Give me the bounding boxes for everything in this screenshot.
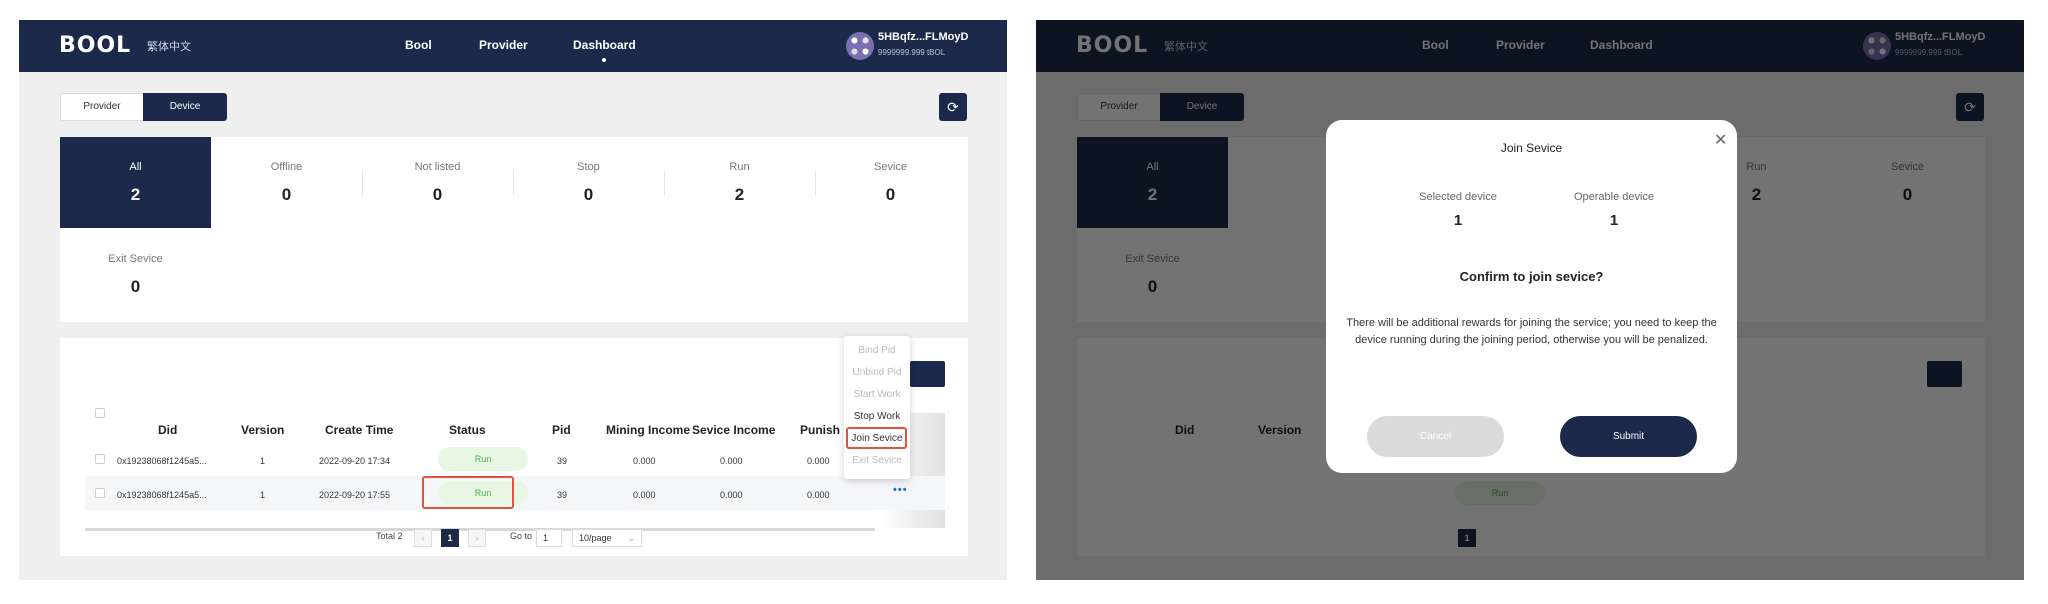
status-stats-card: All 2 Offline 0 Not listed 0 Stop 0 Run … (60, 137, 968, 322)
stat-stop[interactable]: Stop 0 (513, 137, 664, 228)
close-icon[interactable]: ✕ (1714, 130, 1727, 150)
pagination-current-page[interactable]: 1 (441, 529, 459, 547)
bool-logo[interactable]: BOOL (59, 33, 131, 58)
cell-create-time: 2022-09-20 17:34 (319, 456, 391, 466)
stat-not-listed[interactable]: Not listed 0 (362, 137, 513, 228)
stat-label: All (129, 161, 142, 173)
row-checkbox[interactable] (95, 454, 105, 464)
device-table-card: Did Version Create Time Status Pid Minin… (60, 338, 968, 556)
cell-did: 0x19238068f1245a5... (117, 490, 207, 500)
menu-item-stop-work[interactable]: Stop Work (844, 411, 910, 422)
tab-provider[interactable]: Provider (60, 93, 144, 121)
submit-button[interactable]: Submit (1560, 416, 1697, 457)
stat-value: 0 (885, 185, 896, 204)
col-sevice-income: Sevice Income (692, 423, 776, 437)
selected-device-label: Selected device (1419, 191, 1497, 203)
tab-device[interactable]: Device (143, 93, 227, 121)
pagination-next-button[interactable]: › (468, 529, 486, 547)
col-mining-income: Mining Income (606, 423, 690, 437)
menu-item-unbind-pid[interactable]: Unbind Pid (844, 367, 910, 378)
stat-label: Offline (270, 161, 303, 173)
page-size-select[interactable]: 10/page ⌄ (572, 529, 642, 547)
nav-provider[interactable]: Provider (479, 38, 528, 52)
nav-dashboard[interactable]: Dashboard (573, 38, 636, 52)
cancel-button[interactable]: Cancel (1367, 416, 1504, 457)
menu-item-bind-pid[interactable]: Bind Pid (844, 345, 910, 356)
account-balance: 9999999.999 tBOL (878, 48, 946, 57)
dialog-message: There will be additional rewards for joi… (1346, 317, 1717, 346)
selected-device-count: 1 (1453, 212, 1463, 229)
cell-version: 1 (260, 456, 266, 466)
col-version: Version (241, 423, 285, 437)
pagination-prev-button[interactable]: ‹ (414, 529, 432, 547)
confirm-question: Confirm to join sevice? (1459, 269, 1604, 284)
cell-mining-income: 0.000 (633, 490, 656, 500)
cell-did: 0x19238068f1245a5... (117, 456, 207, 466)
chevron-down-icon: ⌄ (627, 533, 635, 543)
stat-value: 2 (734, 185, 745, 204)
stat-label: Stop (577, 161, 600, 173)
nav-bool[interactable]: Bool (405, 38, 432, 52)
stat-label: Run (729, 161, 750, 173)
cell-punish: 0.000 (807, 456, 830, 466)
row-checkbox[interactable] (95, 488, 105, 498)
refresh-icon[interactable]: ⟳ (939, 93, 967, 121)
dashboard-device-view: BOOL 繁体中文 Bool Provider Dashboard 5HBqfz… (19, 20, 1007, 580)
stat-value: 0 (583, 185, 594, 204)
join-sevice-modal-view: BOOL 繁体中文 Bool Provider Dashboard 5HBqfz… (1036, 20, 2024, 580)
menu-item-exit-sevice[interactable]: Exit Sevice (844, 455, 910, 466)
col-status: Status (449, 423, 486, 437)
stat-sevice[interactable]: Sevice 0 (815, 137, 966, 228)
select-all-checkbox[interactable] (95, 408, 105, 418)
more-actions-icon[interactable]: ••• (893, 484, 908, 496)
cell-create-time: 2022-09-20 17:55 (319, 490, 391, 500)
stat-label: Exit Sevice (108, 253, 163, 265)
stat-value: 0 (281, 185, 292, 204)
stat-all[interactable]: All 2 (60, 137, 211, 228)
status-badge: Run (438, 447, 528, 471)
cell-mining-income: 0.000 (633, 456, 656, 466)
account-address[interactable]: 5HBqfz...FLMoyD (878, 31, 968, 43)
nav-active-indicator (602, 58, 606, 62)
menu-item-start-work[interactable]: Start Work (844, 389, 910, 400)
table-action-button[interactable] (910, 361, 945, 387)
stat-offline[interactable]: Offline 0 (211, 137, 362, 228)
stat-value: 2 (130, 185, 141, 204)
col-did: Did (158, 423, 178, 437)
stat-run[interactable]: Run 2 (664, 137, 815, 228)
cell-version: 1 (260, 490, 266, 500)
col-pid: Pid (552, 423, 571, 437)
cell-sevice-income: 0.000 (720, 490, 743, 500)
cell-pid: 39 (557, 456, 568, 466)
pagination-total: Total 2 (376, 531, 403, 541)
row-actions-menu: Bind Pid Unbind Pid Start Work Stop Work… (844, 336, 910, 479)
highlight-box (422, 476, 514, 509)
highlight-box (846, 427, 907, 449)
cell-sevice-income: 0.000 (720, 456, 743, 466)
operable-device-count: 1 (1609, 212, 1619, 229)
top-navbar: BOOL 繁体中文 Bool Provider Dashboard 5HBqfz… (19, 20, 1007, 72)
stat-label: Not listed (414, 161, 461, 173)
page-size-value: 10/page (579, 533, 612, 543)
join-sevice-dialog: Join Sevice ✕ Selected device 1 Operable… (1326, 120, 1737, 473)
dialog-title: Join Sevice (1500, 141, 1563, 155)
cell-punish: 0.000 (807, 490, 830, 500)
stat-value: 0 (432, 185, 443, 204)
avatar[interactable] (846, 32, 874, 60)
goto-label: Go to (510, 531, 533, 541)
stat-exit-sevice[interactable]: Exit Sevice 0 (60, 229, 211, 320)
col-create-time: Create Time (325, 423, 394, 437)
goto-page-input[interactable]: 1 (536, 529, 562, 547)
col-punish: Punish (800, 423, 841, 437)
operable-device-label: Operable device (1573, 191, 1655, 203)
stat-label: Sevice (873, 161, 908, 173)
stat-value: 0 (130, 277, 141, 296)
cell-pid: 39 (557, 490, 568, 500)
language-switch[interactable]: 繁体中文 (147, 38, 191, 54)
